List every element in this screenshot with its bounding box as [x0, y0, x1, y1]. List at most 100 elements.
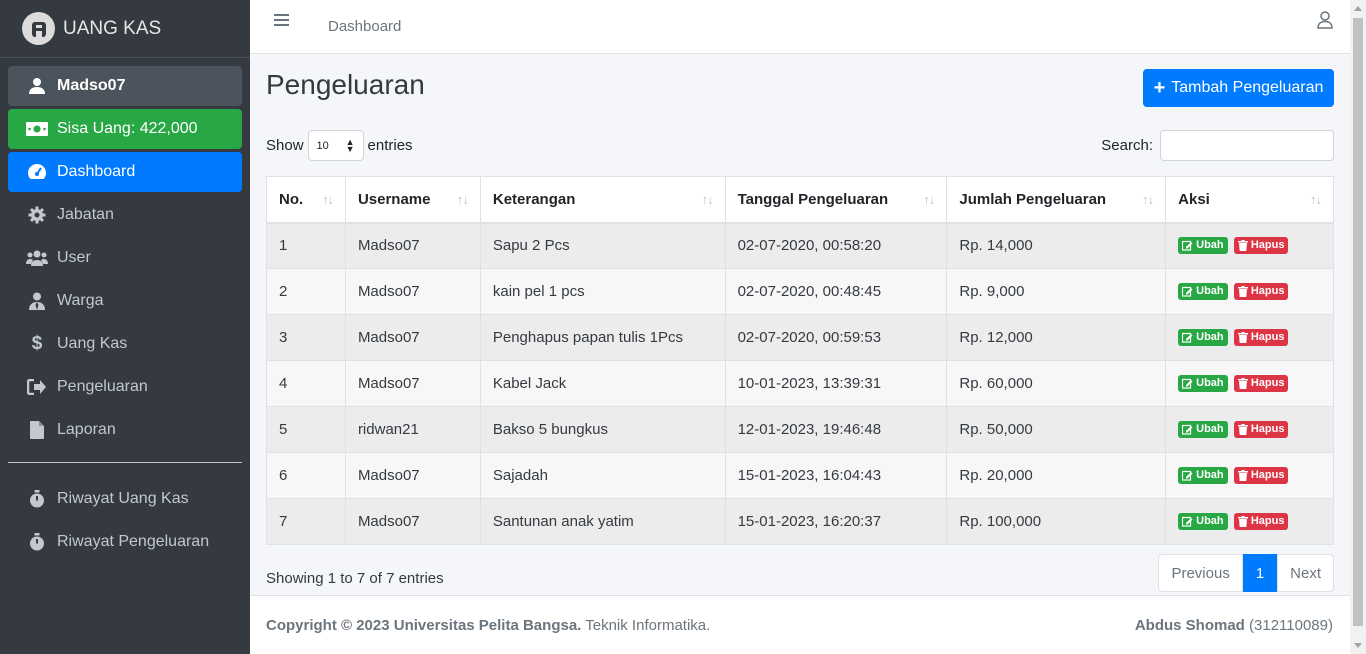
- table-row: 7 Madso07 Santunan anak yatim 15-01-2023…: [266, 498, 1334, 545]
- delete-label: Hapus: [1250, 331, 1285, 343]
- sidebar-user[interactable]: Madso07: [8, 66, 242, 106]
- delete-label: Hapus: [1250, 285, 1285, 297]
- cell-tanggal: 02-07-2020, 00:59:53: [724, 314, 948, 361]
- user-menu-icon[interactable]: [1317, 11, 1333, 34]
- sidebar-item-dashboard[interactable]: Dashboard: [8, 152, 242, 192]
- cell-aksi: Ubah Hapus: [1165, 268, 1334, 315]
- add-expense-button[interactable]: + Tambah Pengeluaran: [1143, 69, 1334, 107]
- edit-label: Ubah: [1196, 239, 1224, 252]
- sidebar-item-laporan[interactable]: Laporan: [8, 410, 242, 450]
- column-header-no[interactable]: No. ↑↓: [266, 176, 346, 224]
- sidebar-item-warga[interactable]: Warga: [8, 281, 242, 321]
- brand-name: UANG KAS: [63, 17, 162, 39]
- brand[interactable]: UANG KAS: [0, 0, 250, 58]
- edit-icon: [1182, 378, 1193, 389]
- table-row: 6 Madso07 Sajadah 15-01-2023, 16:04:43 R…: [266, 452, 1334, 499]
- pagination-previous[interactable]: Previous: [1158, 554, 1243, 592]
- delete-button[interactable]: Hapus: [1233, 466, 1289, 484]
- pagination: Previous 1 Next: [1158, 554, 1334, 592]
- delete-label: Hapus: [1250, 515, 1285, 527]
- entries-select[interactable]: 10 ▲ ▼: [307, 130, 364, 161]
- delete-button[interactable]: Hapus: [1233, 512, 1289, 530]
- sidebar-item-uang-kas[interactable]: $ Uang Kas: [8, 324, 242, 364]
- trash-icon: [1237, 285, 1248, 297]
- column-header-label: Keterangan: [492, 190, 576, 208]
- edit-button[interactable]: Ubah: [1178, 282, 1228, 300]
- table-row: 5 ridwan21 Bakso 5 bungkus 12-01-2023, 1…: [266, 406, 1334, 453]
- search-input[interactable]: [1160, 130, 1334, 161]
- table-info: Showing 1 to 7 of 7 entries: [266, 570, 444, 587]
- page-title: Pengeluaran: [266, 69, 425, 100]
- user-tie-icon: [26, 291, 48, 311]
- footer: Copyright © 2023 Universitas Pelita Bang…: [250, 595, 1350, 654]
- sidebar-item-riwayat-pengeluaran[interactable]: Riwayat Pengeluaran: [8, 522, 242, 562]
- topbar-dashboard-link[interactable]: Dashboard: [328, 18, 401, 35]
- scrollbar[interactable]: [1350, 0, 1366, 654]
- column-header-aksi[interactable]: Aksi ↑↓: [1165, 176, 1334, 224]
- edit-icon: [1182, 332, 1193, 343]
- cell-aksi: Ubah Hapus: [1165, 222, 1334, 269]
- sidebar-item-jabatan[interactable]: Jabatan: [8, 195, 242, 235]
- sidebar-item-label: Warga: [57, 292, 104, 309]
- column-header-jumlah[interactable]: Jumlah Pengeluaran ↑↓: [946, 176, 1167, 224]
- trash-icon: [1237, 239, 1248, 251]
- cell-keterangan: Bakso 5 bungkus: [479, 406, 726, 453]
- trash-icon: [1237, 423, 1248, 435]
- footer-author-name: Abdus Shomad: [1134, 616, 1245, 634]
- sidebar-item-user[interactable]: User: [8, 238, 242, 278]
- column-header-keterangan[interactable]: Keterangan ↑↓: [479, 176, 726, 224]
- entries-select-value: 10: [316, 139, 329, 152]
- edit-icon: [1182, 286, 1193, 297]
- show-entries: Show 10 ▲ ▼ entries: [266, 130, 413, 161]
- footer-author: Abdus Shomad (312110089): [1135, 617, 1333, 634]
- edit-button[interactable]: Ubah: [1178, 466, 1228, 484]
- stopwatch-icon: [26, 532, 48, 552]
- cell-tanggal: 12-01-2023, 19:46:48: [724, 406, 948, 453]
- column-header-label: Tanggal Pengeluaran: [737, 190, 889, 208]
- delete-button[interactable]: Hapus: [1233, 328, 1289, 346]
- edit-button[interactable]: Ubah: [1178, 236, 1228, 254]
- cell-no: 5: [266, 406, 346, 453]
- trash-icon: [1237, 377, 1248, 389]
- delete-button[interactable]: Hapus: [1233, 420, 1289, 438]
- delete-button[interactable]: Hapus: [1233, 374, 1289, 392]
- column-header-tanggal[interactable]: Tanggal Pengeluaran ↑↓: [724, 176, 948, 224]
- sidebar: UANG KAS Madso07 Sisa Uang: 422,000 Dash…: [0, 0, 250, 654]
- sidebar-divider: [8, 462, 242, 463]
- cell-jumlah: Rp. 14,000: [946, 222, 1167, 269]
- edit-button[interactable]: Ubah: [1178, 512, 1228, 530]
- delete-label: Hapus: [1250, 377, 1285, 389]
- edit-button[interactable]: Ubah: [1178, 420, 1228, 438]
- edit-icon: [1182, 516, 1193, 527]
- column-header-label: Aksi: [1178, 190, 1210, 208]
- edit-icon: [1182, 470, 1193, 481]
- sidebar-item-pengeluaran[interactable]: Pengeluaran: [8, 367, 242, 407]
- scroll-down-icon[interactable]: [1354, 643, 1362, 648]
- edit-button[interactable]: Ubah: [1178, 328, 1228, 346]
- sidebar-item-riwayat-uang-kas[interactable]: Riwayat Uang Kas: [8, 479, 242, 519]
- sidebar-nav: Madso07 Sisa Uang: 422,000 Dashboard Jab…: [0, 58, 250, 562]
- edit-icon: [1182, 424, 1193, 435]
- cell-no: 6: [266, 452, 346, 499]
- edit-button[interactable]: Ubah: [1178, 374, 1228, 392]
- cell-no: 2: [266, 268, 346, 315]
- tachometer-icon: [26, 162, 48, 182]
- scrollbar-thumb[interactable]: [1353, 18, 1363, 626]
- cell-jumlah: Rp. 20,000: [946, 452, 1167, 499]
- pagination-next[interactable]: Next: [1277, 554, 1334, 592]
- pagination-page-1[interactable]: 1: [1242, 554, 1278, 592]
- delete-button[interactable]: Hapus: [1233, 236, 1289, 254]
- sort-icon: ↑↓: [1142, 192, 1154, 207]
- scroll-up-icon[interactable]: [1354, 6, 1362, 11]
- table-header-row: No. ↑↓ Username ↑↓ Keterangan ↑↓ Tanggal Pe…: [266, 176, 1334, 224]
- hamburger-menu-icon[interactable]: [274, 13, 290, 32]
- cell-keterangan: Sapu 2 Pcs: [479, 222, 726, 269]
- delete-label: Hapus: [1250, 239, 1285, 252]
- edit-label: Ubah: [1196, 515, 1224, 527]
- column-header-username[interactable]: Username ↑↓: [344, 176, 481, 224]
- delete-button[interactable]: Hapus: [1233, 282, 1289, 300]
- user-icon: [26, 76, 48, 96]
- cell-username: Madso07: [344, 452, 481, 499]
- sidebar-balance[interactable]: Sisa Uang: 422,000: [8, 109, 242, 149]
- cell-username: Madso07: [344, 268, 481, 315]
